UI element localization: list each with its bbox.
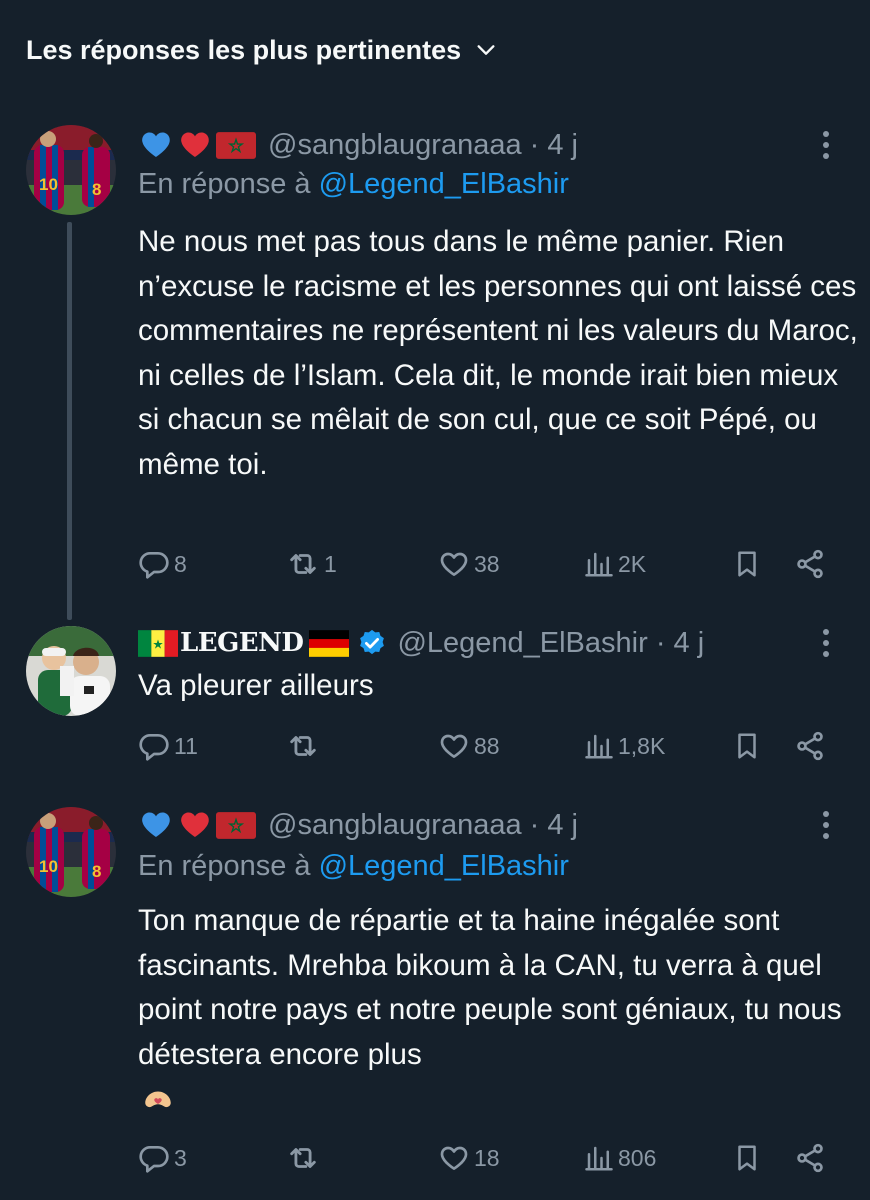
repost-button[interactable]: 1 [286, 544, 337, 584]
reply-prefix: En réponse à [138, 850, 311, 882]
blue-heart-emoji [138, 129, 174, 161]
user-handle[interactable]: @Legend_ElBashir [397, 627, 647, 660]
like-count: 88 [474, 732, 500, 759]
tweet-time[interactable]: · 4 j [530, 129, 578, 162]
views-icon [584, 549, 614, 579]
like-icon [438, 548, 470, 580]
tweet-text: Ton manque de répartie et ta haine inéga… [138, 899, 858, 1122]
like-count: 38 [474, 550, 500, 577]
reply-button[interactable]: 8 [138, 544, 187, 584]
share-icon [794, 1142, 826, 1174]
repost-icon [286, 1141, 320, 1175]
views-button[interactable]: 2K [584, 544, 646, 584]
verified-badge-icon [357, 628, 387, 658]
like-button[interactable]: 88 [438, 726, 500, 766]
views-button[interactable]: 1,8K [584, 726, 665, 766]
bookmark-icon [732, 549, 762, 579]
repost-count: 1 [324, 550, 337, 577]
bookmark-icon [732, 1143, 762, 1173]
reply-count: 3 [174, 1144, 187, 1171]
share-button[interactable] [794, 544, 826, 584]
reply-button[interactable]: 11 [138, 726, 198, 766]
reply-button[interactable]: 3 [138, 1138, 187, 1178]
tweet-time[interactable]: · 4 j [530, 809, 578, 842]
chevron-down-icon [477, 45, 495, 55]
display-name-emoji [138, 129, 256, 161]
share-icon [794, 730, 826, 762]
reply-icon [138, 548, 170, 580]
reply-icon [138, 1142, 170, 1174]
tweet-actions: 8 1 38 2K [138, 544, 838, 584]
sort-title: Les réponses les plus pertinentes [26, 34, 462, 65]
reply-prefix: En réponse à [138, 168, 311, 200]
repost-icon [286, 729, 320, 763]
like-button[interactable]: 38 [438, 544, 500, 584]
morocco-flag-icon [216, 812, 256, 839]
reply-count: 8 [174, 550, 187, 577]
heart-hands-emoji [138, 1083, 178, 1117]
like-icon [438, 1142, 470, 1174]
reply-icon [138, 730, 170, 762]
more-options-icon[interactable] [814, 805, 838, 845]
view-count: 2K [618, 550, 647, 577]
like-button[interactable]: 18 [438, 1138, 500, 1178]
display-name[interactable]: LEGEND [180, 628, 304, 658]
avatar[interactable] [26, 125, 116, 215]
user-handle[interactable]: @sangblaugranaaa [268, 129, 522, 162]
bookmark-button[interactable] [732, 726, 762, 766]
share-button[interactable] [794, 1138, 826, 1178]
avatar[interactable] [26, 807, 116, 897]
germany-flag-icon [309, 630, 349, 657]
tweet-time[interactable]: · 4 j [656, 627, 704, 660]
reply-to-link[interactable]: @Legend_ElBashir [319, 850, 569, 882]
repost-icon [286, 547, 320, 581]
view-count: 1,8K [618, 732, 666, 759]
tweet-actions: 11 88 1,8K [138, 726, 838, 766]
views-icon [584, 1143, 614, 1173]
share-icon [794, 548, 826, 580]
senegal-flag-icon [138, 630, 178, 657]
views-icon [584, 731, 614, 761]
red-heart-emoji [177, 809, 213, 841]
tweet-header: @sangblaugranaaa · 4 j [138, 125, 578, 165]
repost-button[interactable] [286, 1138, 324, 1178]
tweet-header: @sangblaugranaaa · 4 j [138, 805, 578, 845]
more-options-icon[interactable] [814, 623, 838, 663]
tweet-text: Va pleurer ailleurs [138, 669, 374, 702]
tweet-text-body: Ton manque de répartie et ta haine inéga… [138, 904, 842, 1071]
tweet-actions: 3 18 806 [138, 1138, 838, 1178]
user-handle[interactable]: @sangblaugranaaa [268, 809, 522, 842]
view-count: 806 [618, 1144, 657, 1171]
avatar[interactable] [26, 626, 116, 716]
reply-context: En réponse à @Legend_ElBashir [138, 850, 569, 883]
repost-button[interactable] [286, 726, 324, 766]
blue-heart-emoji [138, 809, 174, 841]
reply-context: En réponse à @Legend_ElBashir [138, 168, 569, 201]
share-button[interactable] [794, 726, 826, 766]
tweet-text: Ne nous met pas tous dans le même panier… [138, 225, 858, 481]
thread-line [67, 222, 72, 620]
bookmark-button[interactable] [732, 544, 762, 584]
reply-count: 11 [174, 732, 198, 759]
like-count: 18 [474, 1144, 500, 1171]
red-heart-emoji [177, 129, 213, 161]
reply-to-link[interactable]: @Legend_ElBashir [319, 168, 569, 200]
display-name-emoji [138, 809, 256, 841]
bookmark-icon [732, 731, 762, 761]
more-options-icon[interactable] [814, 125, 838, 165]
morocco-flag-icon [216, 132, 256, 159]
replies-sort-header[interactable]: Les réponses les plus pertinentes [26, 30, 497, 70]
tweet-header: LEGEND @Legend_ElBashir · 4 j [138, 623, 704, 663]
views-button[interactable]: 806 [584, 1138, 656, 1178]
like-icon [438, 730, 470, 762]
bookmark-button[interactable] [732, 1138, 762, 1178]
